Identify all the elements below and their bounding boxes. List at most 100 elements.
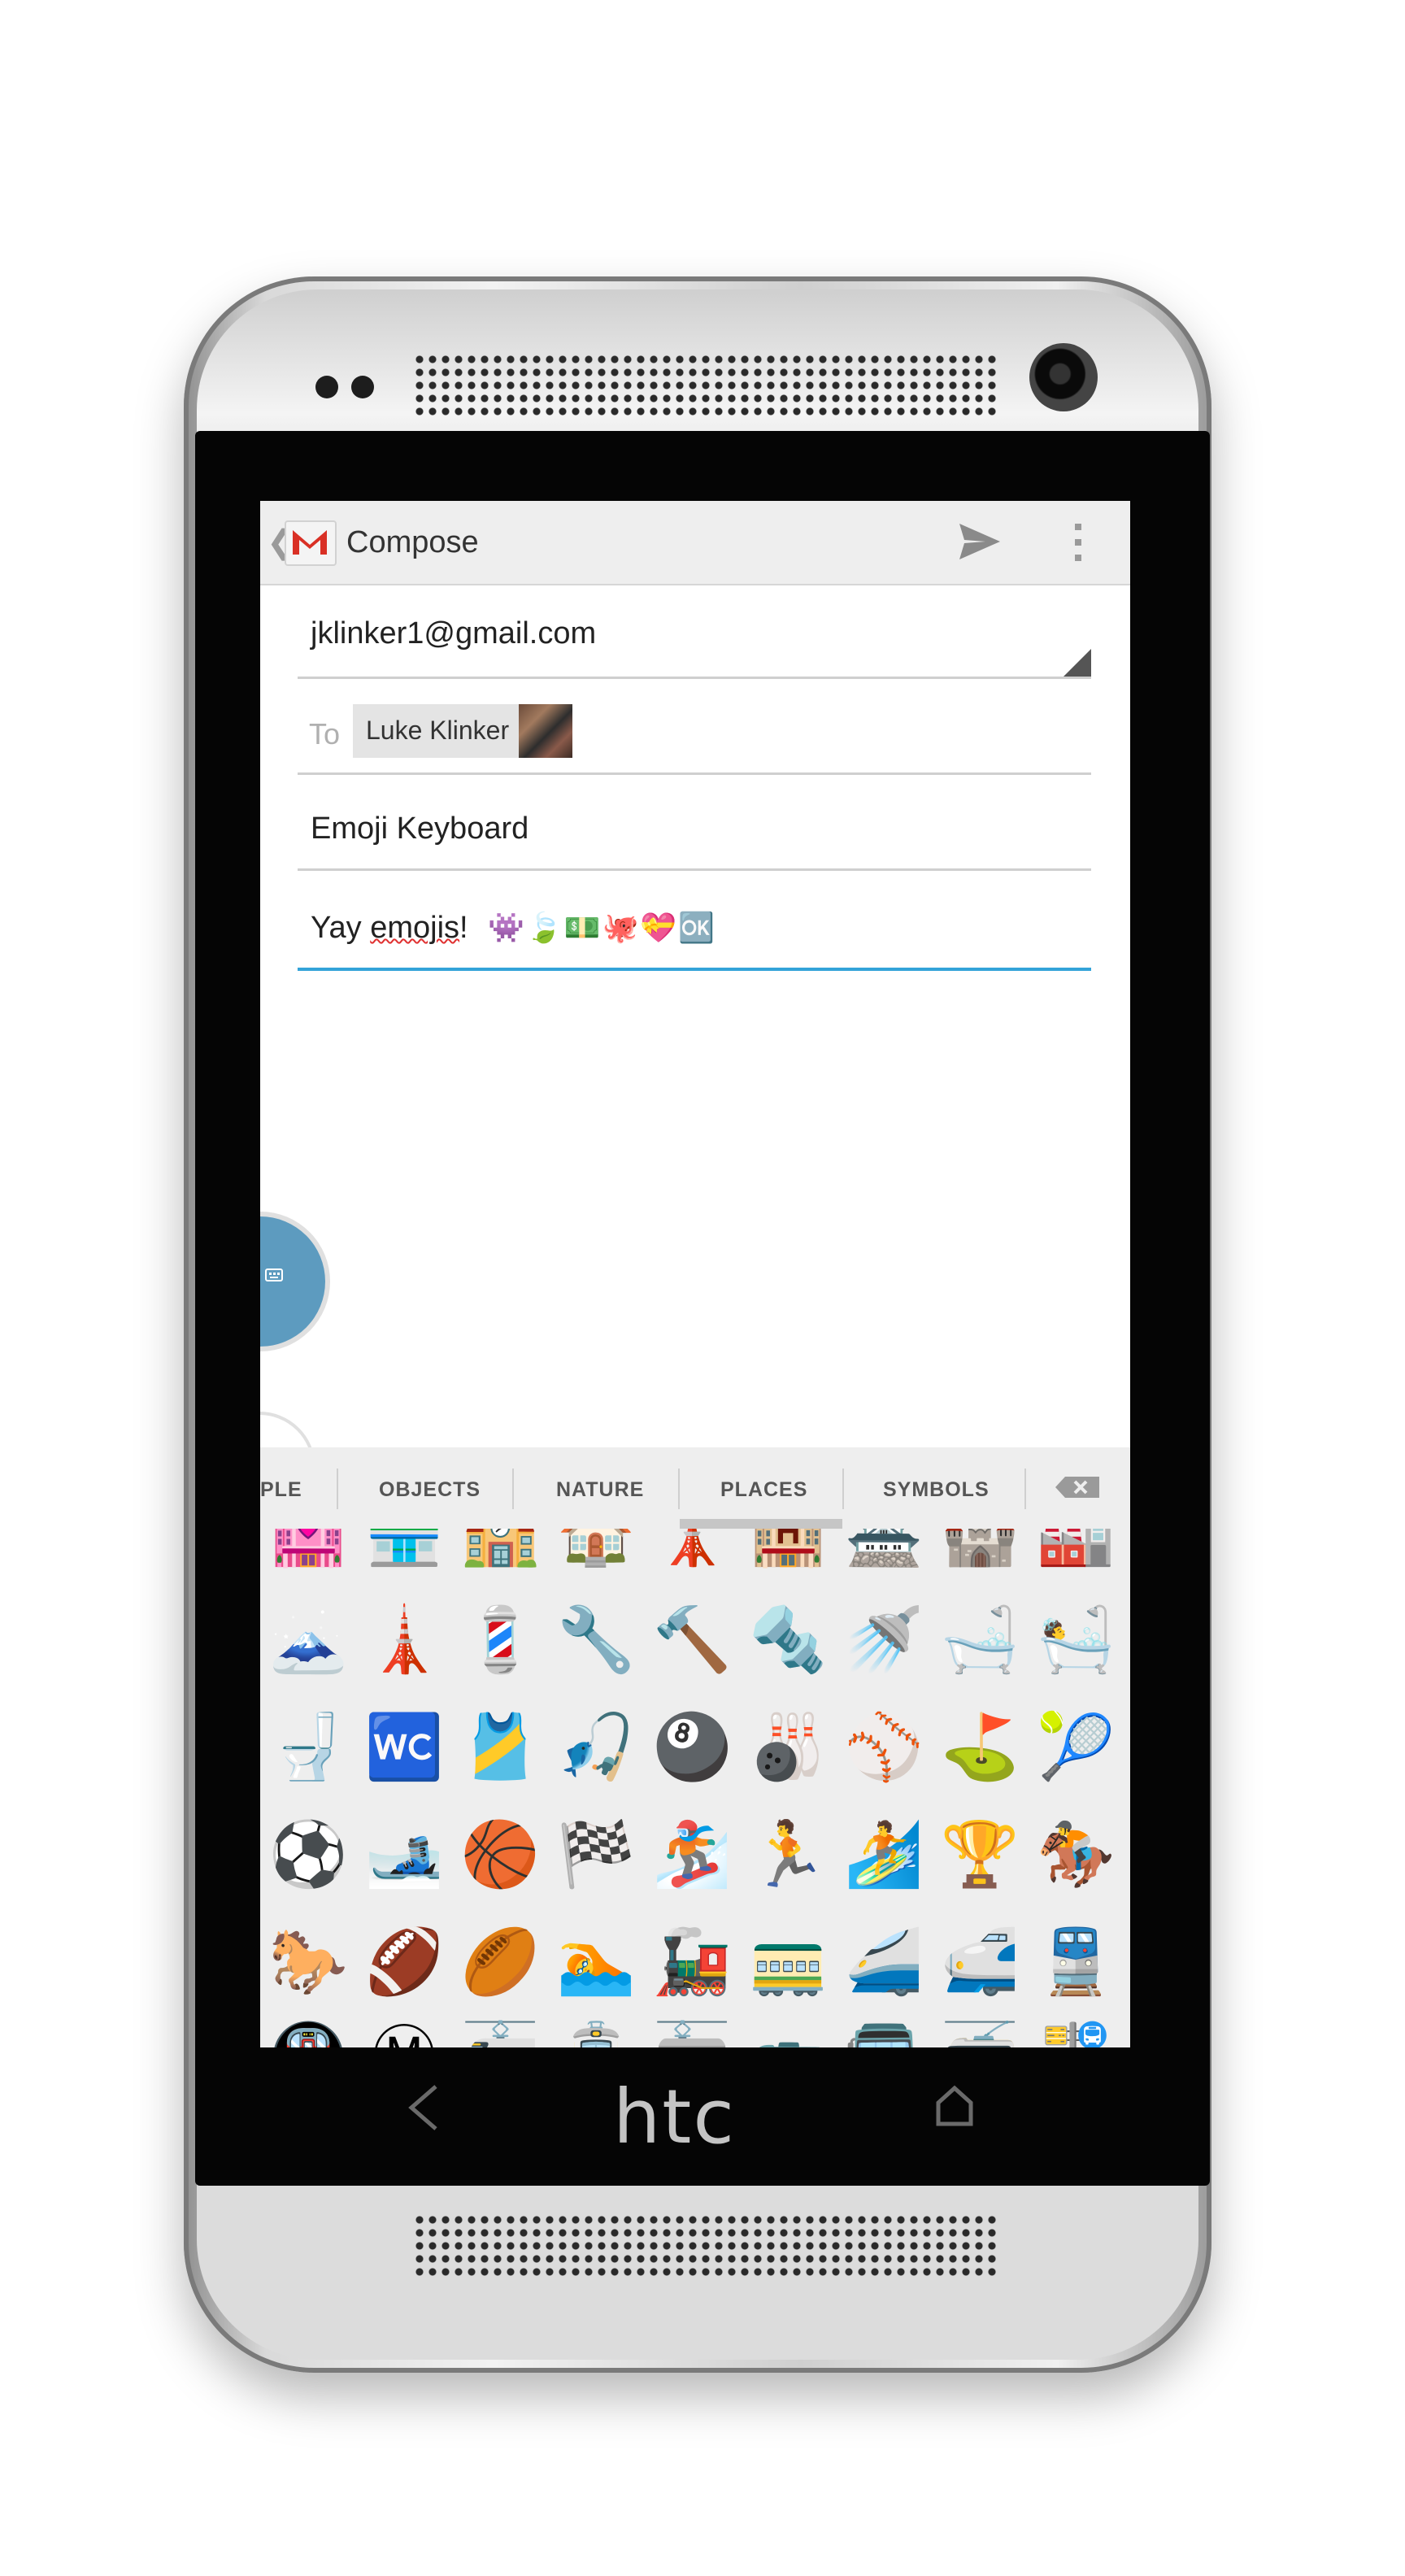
emoji-key[interactable]: ⛳ [932, 1699, 1028, 1795]
emoji-key[interactable]: 🏈 [356, 1914, 452, 2010]
emoji-key[interactable]: 🚽 [260, 1699, 356, 1795]
back-icon[interactable] [405, 2083, 441, 2136]
emoji-key[interactable]: 🎣 [548, 1699, 644, 1795]
emoji-key[interactable]: 🚎 [932, 2008, 1028, 2047]
subject-text: Emoji Keyboard [311, 812, 529, 846]
send-icon[interactable] [958, 522, 1002, 565]
emoji-key[interactable]: 🏰 [932, 1529, 1028, 1581]
body-prefix: Yay [311, 911, 371, 945]
tab-divider [1024, 1469, 1026, 1509]
htc-logo: htc [613, 2073, 736, 2160]
emoji-key[interactable]: 🏯 [836, 1529, 932, 1581]
emoji-key[interactable]: ⚽ [260, 1807, 356, 1903]
emoji-key[interactable]: 🐎 [260, 1914, 356, 2010]
emoji-key[interactable]: 🚆 [1028, 1914, 1124, 2010]
emoji-key[interactable]: 🎽 [452, 1699, 548, 1795]
tab-places[interactable]: PLACES [720, 1478, 807, 1502]
emoji-row: 🗻 🗼 💈 🔧 🔨 🔩 🚿 🛁 🛀 [260, 1592, 1130, 1698]
emoji-row: ⚽ 🎿 🏀 🏁 🏂 🏃 🏄 🏆 🏇 [260, 1807, 1130, 1912]
gmail-logo-icon[interactable] [285, 520, 337, 566]
to-label: To [309, 717, 341, 751]
emoji-key[interactable]: 🏆 [932, 1807, 1028, 1903]
emoji-key[interactable]: 🔩 [740, 1592, 836, 1688]
tab-nature[interactable]: NATURE [556, 1478, 644, 1502]
emoji-key[interactable]: 🔨 [644, 1592, 740, 1688]
overflow-menu-icon[interactable] [1073, 520, 1083, 568]
emoji-key[interactable]: 🚾 [356, 1699, 452, 1795]
emoji-key[interactable]: 🎱 [644, 1699, 740, 1795]
tab-divider [512, 1469, 514, 1509]
emoji-key[interactable]: 🚅 [932, 1914, 1028, 2010]
emoji-key[interactable]: 🏊 [548, 1914, 644, 2010]
from-account-spinner[interactable]: jklinker1@gmail.com [298, 608, 1091, 679]
emoji-key[interactable]: ⚾ [836, 1699, 932, 1795]
emoji-key[interactable]: 🏉 [452, 1914, 548, 2010]
tab-objects[interactable]: OBJECTS [379, 1478, 481, 1502]
action-bar: ❮ Compose [260, 501, 1130, 585]
emoji-key[interactable]: 🏩 [260, 1529, 356, 1581]
selected-tab-indicator [680, 1519, 842, 1529]
emoji-key[interactable]: 🏭 [1028, 1529, 1124, 1581]
floating-keyboard-button[interactable] [260, 1216, 325, 1347]
body-suffix: ! [459, 911, 468, 945]
emoji-key[interactable]: 🚏 [1028, 2008, 1124, 2047]
emoji-key[interactable]: 🏫 [452, 1529, 548, 1581]
emoji-key[interactable]: 🎾 [1028, 1699, 1124, 1795]
emoji-key[interactable]: 🚊 [548, 2008, 644, 2047]
emoji-key[interactable]: 🏠 [548, 1529, 644, 1581]
screen: ❮ Compose jklinker1@gmail.com To Luke Kl… [260, 501, 1130, 2047]
emoji-key[interactable]: 🗻 [260, 1592, 356, 1688]
top-speaker-grille [413, 353, 998, 416]
keyboard-icon [265, 1267, 283, 1289]
emoji-key[interactable]: 🏀 [452, 1807, 548, 1903]
page-title: Compose [346, 525, 479, 559]
tab-people[interactable]: PLE [260, 1478, 302, 1502]
tab-symbols[interactable]: SYMBOLS [883, 1478, 990, 1502]
emoji-key[interactable]: 💈 [452, 1592, 548, 1688]
tab-divider [337, 1469, 338, 1509]
from-address: jklinker1@gmail.com [311, 616, 597, 651]
navigation-bar: htc [260, 2049, 1130, 2171]
emoji-key[interactable]: 🚿 [836, 1592, 932, 1688]
emoji-grid: 🏩 🏪 🏫 🏠 🗼 🏨 🏯 🏰 🏭 🗻 🗼 💈 🔧 🔨 🔩 🚿 🛁 🛀 🚽 🚾 [260, 1529, 1130, 2047]
dropdown-triangle-icon [1064, 649, 1091, 677]
subject-field[interactable]: Emoji Keyboard [298, 787, 1091, 871]
tab-divider [842, 1469, 844, 1509]
emoji-row: 🚇 Ⓜ 🚈 🚊 🚋 🚌 🚍 🚎 🚏 [260, 2008, 1130, 2047]
recipient-avatar [519, 704, 572, 758]
emoji-key[interactable]: 🚌 [740, 2008, 836, 2047]
emoji-key[interactable]: 🏄 [836, 1807, 932, 1903]
emoji-key[interactable]: 🗼 [356, 1592, 452, 1688]
emoji-key[interactable]: 🔧 [548, 1592, 644, 1688]
emoji-key[interactable]: 🚂 [644, 1914, 740, 2010]
emoji-key[interactable]: 🏨 [740, 1529, 836, 1581]
emoji-key[interactable]: 🛁 [932, 1592, 1028, 1688]
emoji-row: 🐎 🏈 🏉 🏊 🚂 🚃 🚄 🚅 🚆 [260, 1914, 1130, 2020]
emoji-category-tabs: PLE OBJECTS NATURE PLACES SYMBOLS [260, 1447, 1130, 1529]
emoji-key[interactable]: 🚋 [644, 2008, 740, 2047]
emoji-key[interactable]: 🏂 [644, 1807, 740, 1903]
emoji-key[interactable]: 🚈 [452, 2008, 548, 2047]
backspace-icon[interactable] [1054, 1475, 1101, 1503]
emoji-key[interactable]: 🏁 [548, 1807, 644, 1903]
emoji-key[interactable]: 🏃 [740, 1807, 836, 1903]
recipient-chip[interactable]: Luke Klinker [353, 704, 572, 758]
emoji-key[interactable]: 🚄 [836, 1914, 932, 2010]
bottom-speaker-grille [413, 2213, 998, 2277]
emoji-key[interactable]: 🚍 [836, 2008, 932, 2047]
emoji-key[interactable]: 🎳 [740, 1699, 836, 1795]
emoji-key[interactable]: 🗼 [644, 1529, 740, 1581]
emoji-key[interactable]: 🏇 [1028, 1807, 1124, 1903]
emoji-key[interactable]: 🚃 [740, 1914, 836, 2010]
to-field[interactable]: To Luke Klinker [298, 685, 1091, 775]
emoji-key[interactable]: 🏪 [356, 1529, 452, 1581]
emoji-key[interactable]: 🚇 [260, 2008, 356, 2047]
misspelled-word: emojis [370, 911, 460, 945]
home-icon[interactable] [935, 2085, 974, 2131]
light-sensor [351, 376, 374, 398]
emoji-key[interactable]: 🛀 [1028, 1592, 1124, 1688]
body-field[interactable]: Yay emojis! 👾🍃💵🐙💝🆗 [298, 883, 1091, 971]
emoji-key[interactable]: 🎿 [356, 1807, 452, 1903]
front-camera [1029, 343, 1098, 411]
emoji-key[interactable]: Ⓜ [356, 2008, 452, 2047]
